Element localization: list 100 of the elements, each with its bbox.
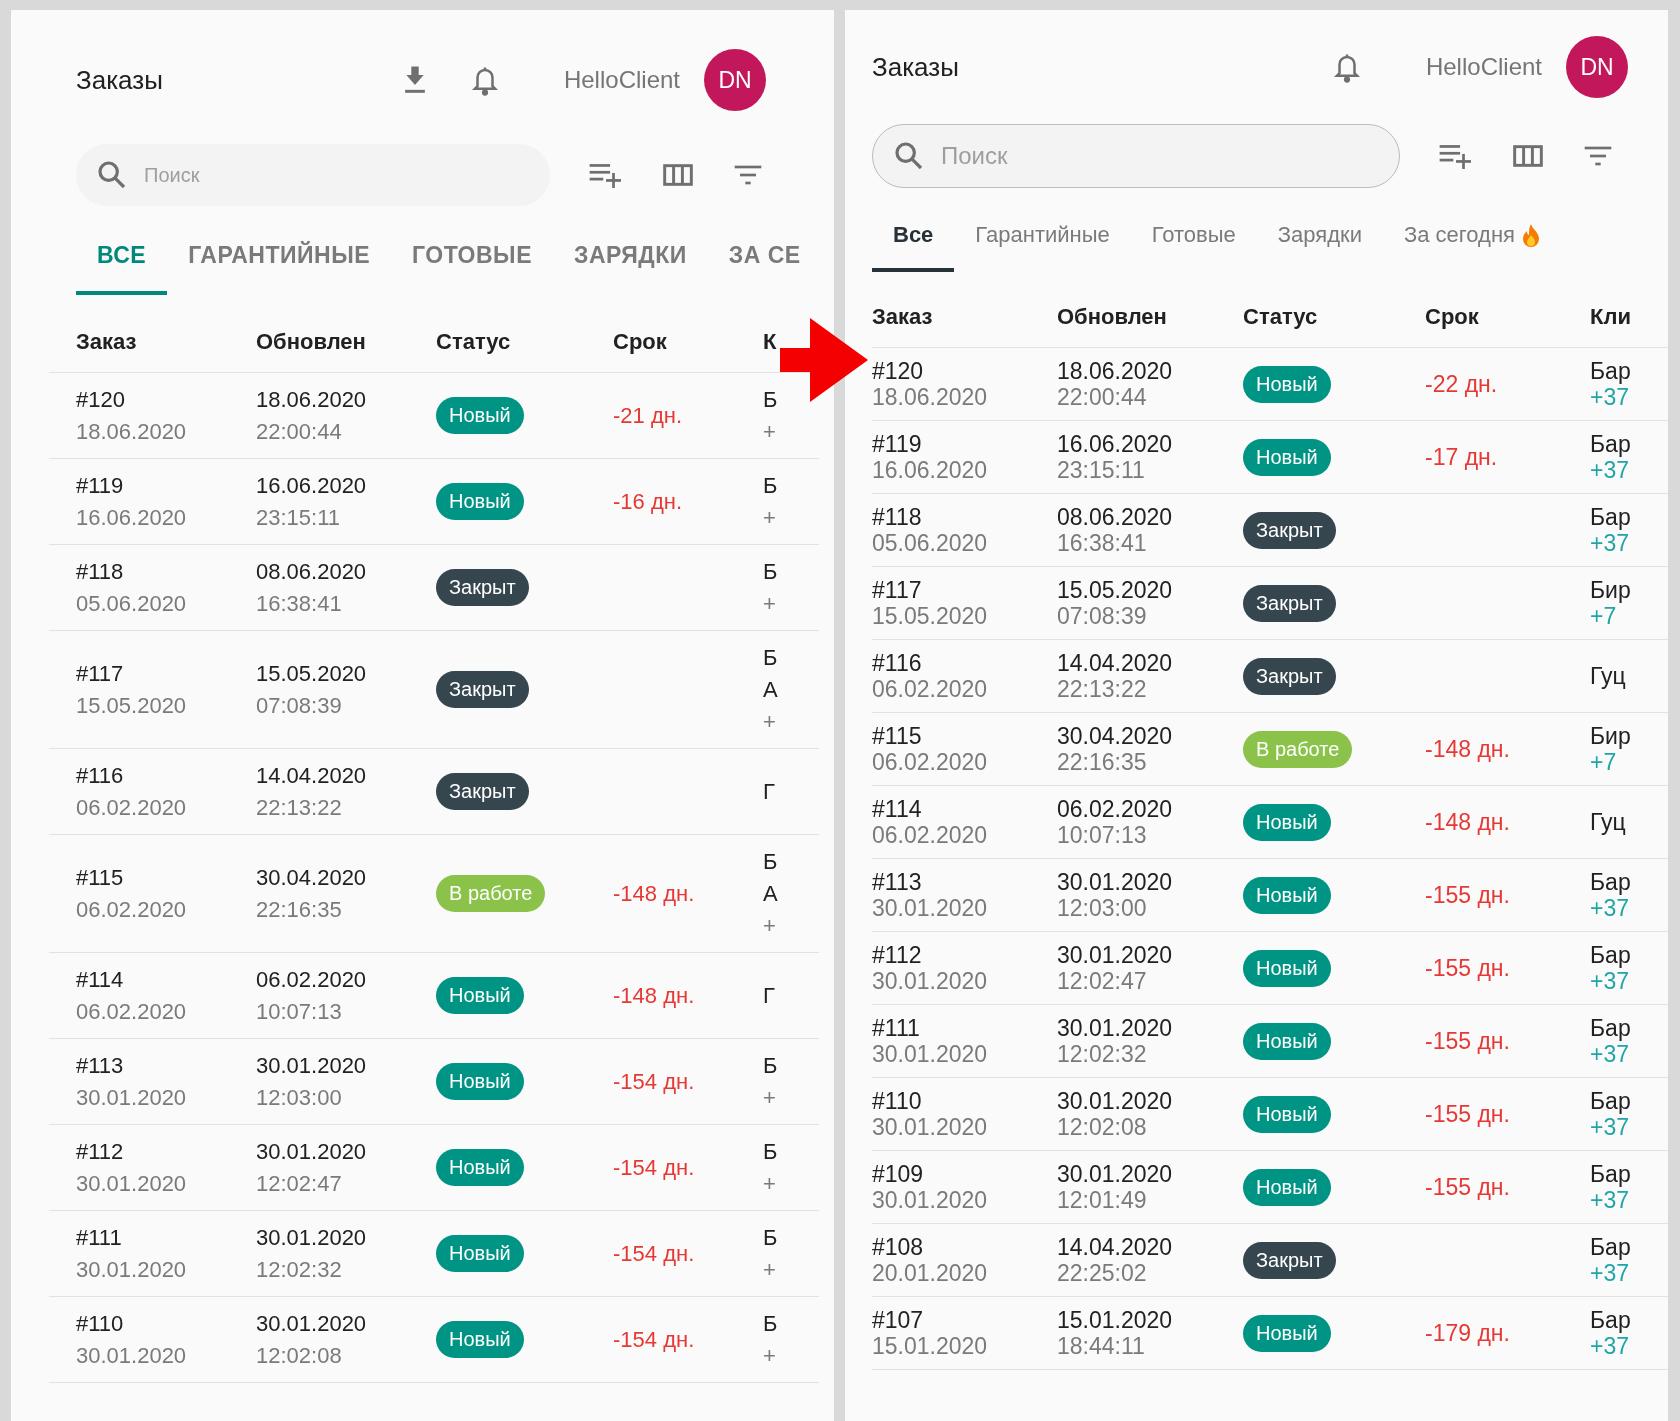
search-input[interactable]: Поиск [939,141,1323,171]
client-phone: +37 [1590,457,1630,483]
updated-time: 07:08:39 [256,691,343,720]
order-date: 06.02.2020 [76,793,188,822]
filter-tab[interactable]: ВСЕ [76,230,168,295]
deadline: -154 дн. [613,1325,696,1354]
search-icon [96,159,128,191]
client-name: Бар [1590,1015,1632,1041]
order-number: #111 [76,1223,123,1252]
client-name: Бар [1590,1307,1632,1333]
search-icon [893,140,925,172]
updated-time: 22:16:35 [256,895,343,924]
search-input[interactable]: Поиск [142,162,526,188]
status-badge: Новый [436,1235,524,1272]
order-date: 06.02.2020 [872,676,989,702]
order-date: 06.02.2020 [872,749,989,775]
updated-date: 30.01.2020 [256,1051,368,1080]
status-badge: Новый [1243,1095,1331,1133]
page-title: Заказы [76,64,164,96]
updated-date: 06.02.2020 [1057,796,1174,822]
updated-time: 10:07:13 [1057,822,1148,848]
order-number: #120 [76,385,126,414]
order-number: #117 [872,577,923,603]
filter-tab[interactable]: Зарядки [1256,208,1383,272]
deadline: -155 дн. [1425,1174,1511,1200]
order-number: #107 [872,1307,925,1333]
client-name: Б [763,557,779,586]
client-name: Б [763,847,779,876]
order-number: #108 [872,1234,925,1260]
status-badge: Закрыт [1243,511,1336,549]
filter-tab[interactable]: ГОТОВЫЕ [391,230,553,295]
updated-date: 30.01.2020 [256,1137,368,1166]
updated-time: 12:02:32 [256,1255,343,1284]
updated-time: 12:02:08 [1057,1114,1148,1140]
order-number: #114 [872,796,923,822]
status-badge: Новый [1243,438,1331,476]
filter-tab[interactable]: ЗАРЯДКИ [553,230,708,295]
updated-date: 30.01.2020 [256,1309,368,1338]
filter-tab[interactable]: Все [872,208,955,272]
order-number: #117 [76,659,125,688]
status-badge: Новый [436,483,524,520]
client-phone: + [763,1169,777,1198]
client-name: Б [763,643,779,672]
updated-date: 18.06.2020 [1057,358,1174,384]
filter-tab[interactable]: За сегодня [1382,208,1562,272]
status-badge: В работе [436,875,546,912]
deadline: -148 дн. [613,981,696,1010]
updated-time: 18:44:11 [1057,1333,1146,1359]
client-name: Гуц [1590,663,1627,689]
user-avatar[interactable]: DN [1566,36,1628,98]
updated-date: 30.01.2020 [1057,869,1174,895]
order-number: #110 [76,1309,125,1338]
status-badge: В работе [1243,730,1353,768]
filter-tab[interactable]: ГАРАНТИЙНЫЕ [167,230,391,295]
client-name: Гуц [1590,809,1627,835]
order-date: 15.05.2020 [872,603,989,629]
order-number: #118 [76,557,125,586]
order-date: 30.01.2020 [76,1083,188,1112]
client-phone: +37 [1590,1114,1630,1140]
order-number: #116 [872,650,923,676]
column-header: Срок [1425,303,1480,330]
client-name: Б [763,471,779,500]
order-date: 06.02.2020 [76,997,188,1026]
filter-tab[interactable]: Готовые [1130,208,1257,272]
client-name: Б [763,1051,779,1080]
status-badge: Закрыт [436,569,529,606]
client-name: Г [763,981,776,1010]
order-date: 18.06.2020 [872,384,989,410]
deadline: -154 дн. [613,1153,696,1182]
order-date: 30.01.2020 [872,1114,989,1140]
filter-tab[interactable]: ЗА СЕ [707,230,822,295]
updated-time: 12:02:47 [256,1169,343,1198]
client-phone: + [763,911,777,940]
search-field[interactable]: Поиск [872,124,1400,188]
order-date: 20.01.2020 [872,1260,989,1286]
column-header: К [763,328,778,355]
client-phone: + [763,589,777,618]
order-date: 30.01.2020 [872,1187,989,1213]
order-number: #113 [76,1051,125,1080]
user-avatar[interactable]: DN [704,49,766,111]
updated-date: 30.01.2020 [256,1223,368,1252]
updated-date: 30.01.2020 [1057,1088,1174,1114]
order-date: 15.05.2020 [76,691,188,720]
updated-time: 22:13:22 [256,793,343,822]
deadline: -21 дн. [613,401,683,430]
client-name: Бар [1590,1234,1632,1260]
updated-date: 15.05.2020 [256,659,368,688]
order-number: #110 [872,1088,923,1114]
client-phone: +7 [1590,603,1618,629]
updated-date: 18.06.2020 [256,385,368,414]
order-number: #109 [872,1161,925,1187]
order-date: 15.01.2020 [872,1333,989,1359]
search-field[interactable]: Поиск [76,144,550,206]
client-name: Бар [1590,869,1632,895]
updated-date: 30.01.2020 [1057,1161,1174,1187]
updated-date: 14.04.2020 [1057,650,1174,676]
deadline: -154 дн. [613,1239,696,1268]
client-phone: +37 [1590,1187,1630,1213]
updated-date: 14.04.2020 [1057,1234,1174,1260]
filter-tab[interactable]: Гарантийные [954,208,1131,272]
